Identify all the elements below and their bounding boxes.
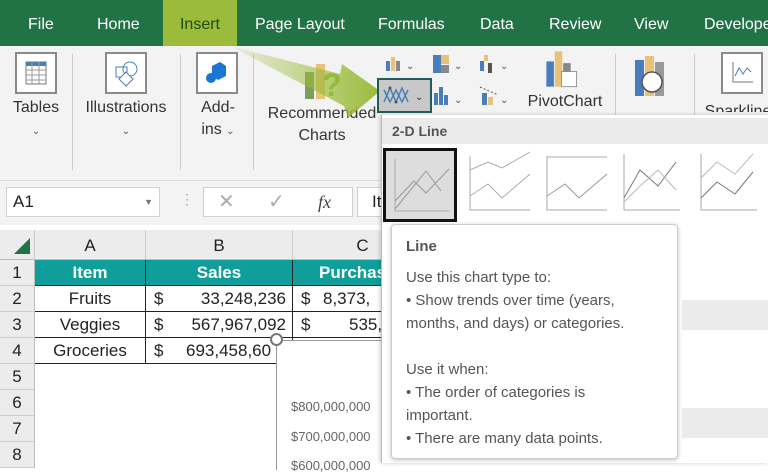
name-box-value: A1: [13, 192, 34, 211]
name-box[interactable]: A1 ▼: [6, 187, 160, 217]
100-stacked-line-option[interactable]: [543, 148, 617, 222]
tab-developer[interactable]: Develope: [698, 0, 768, 46]
chevron-down-icon: ⌄: [31, 126, 41, 137]
currency-symbol: $: [301, 315, 311, 334]
svg-text:⌄: ⌄: [500, 95, 508, 106]
chart-tooltip: Line Use this chart type to: • Show tren…: [391, 224, 678, 459]
tab-page-layout[interactable]: Page Layout: [249, 0, 351, 46]
column-header-a[interactable]: A: [35, 230, 146, 260]
3d-map-icon[interactable]: [632, 54, 672, 100]
cell-value: 535,: [349, 315, 383, 334]
section-band: [682, 300, 768, 330]
formula-buttons: ✕ ✓ fx: [203, 187, 353, 217]
resize-handle[interactable]: [270, 333, 283, 346]
grip-icon: ⋮: [180, 191, 194, 207]
row-header[interactable]: 5: [0, 364, 35, 390]
tooltip-text: • The order of categories is: [406, 384, 586, 401]
shapes-icon[interactable]: [105, 52, 147, 94]
section-header: 2-D Line: [382, 118, 768, 144]
illustrations-button[interactable]: Illustrations: [80, 96, 172, 120]
addins-label: ins: [201, 121, 222, 138]
enter-icon[interactable]: ✓: [268, 188, 285, 216]
cell-b1[interactable]: Sales: [146, 260, 293, 286]
tab-data[interactable]: Data: [474, 0, 520, 46]
currency-symbol: $: [154, 289, 164, 308]
recommended-charts-label: Charts: [298, 127, 346, 144]
cell-a2[interactable]: Fruits: [35, 286, 146, 312]
cell-b2[interactable]: $33,248,236: [146, 286, 293, 312]
line-chart-button[interactable]: ⌄: [377, 78, 432, 113]
column-header-b[interactable]: B: [146, 230, 293, 260]
tooltip-text: • There are many data points.: [406, 430, 603, 447]
currency-symbol: $: [154, 315, 164, 334]
svg-text:⌄: ⌄: [415, 92, 423, 103]
currency-symbol: $: [301, 289, 311, 308]
cell-value: 33,248,236: [200, 289, 286, 308]
arrow-annotation-icon: [230, 46, 380, 118]
svg-text:⌄: ⌄: [500, 61, 508, 72]
y-axis-label: $800,000,000: [291, 399, 371, 414]
chevron-down-icon: ⌄: [226, 126, 235, 137]
chart-area[interactable]: $800,000,000 $700,000,000 $600,000,000: [276, 340, 396, 473]
line-chart-option[interactable]: [383, 148, 457, 222]
dropdown-arrow-icon[interactable]: ▼: [144, 188, 153, 216]
row-header[interactable]: 7: [0, 416, 35, 442]
tooltip-text: important.: [406, 407, 473, 424]
tab-insert[interactable]: Insert: [163, 0, 237, 46]
y-axis-label: $700,000,000: [291, 429, 371, 444]
tooltip-text: Use this chart type to:: [406, 269, 552, 286]
select-all-icon: [14, 238, 30, 254]
y-axis-label: $600,000,000: [291, 458, 371, 473]
cell-value: 8,373,: [323, 289, 371, 308]
table-icon[interactable]: [15, 52, 57, 94]
stacked-line-markers-option[interactable]: [697, 148, 768, 222]
cell-a1[interactable]: Item: [35, 260, 146, 286]
100-stacked-line-thumb-icon: [546, 156, 608, 211]
cell-value: 693,458,60: [186, 341, 272, 360]
tooltip-text: Use it when:: [406, 361, 489, 378]
section-band: [682, 408, 768, 438]
sparklines-button[interactable]: Sparklines: [702, 100, 768, 112]
insert-function-icon[interactable]: fx: [318, 188, 331, 216]
chevron-down-icon: ⌄: [121, 126, 131, 137]
tables-button[interactable]: Tables: [6, 96, 66, 120]
svg-text:⌄: ⌄: [406, 61, 414, 72]
cell-a4[interactable]: Groceries: [35, 338, 146, 364]
tooltip-text: • Show trends over time (years,: [406, 292, 615, 309]
line-chart-thumb-icon: [394, 159, 450, 212]
pivotchart-button[interactable]: PivotChart: [520, 92, 610, 112]
stacked-line-markers-thumb-icon: [700, 153, 757, 211]
pivotchart-icon[interactable]: [543, 48, 585, 90]
line-chart-icon: ⌄: [383, 86, 423, 104]
row-header[interactable]: 6: [0, 390, 35, 416]
row-header[interactable]: 2: [0, 286, 35, 312]
currency-symbol: $: [154, 341, 164, 360]
cancel-icon[interactable]: ✕: [218, 188, 235, 216]
ribbon-tabs: File Home Insert Page Layout Formulas Da…: [0, 0, 768, 46]
sparklines-icon[interactable]: [721, 52, 763, 94]
tooltip-title: Line: [406, 238, 437, 255]
select-all-button[interactable]: [0, 230, 35, 260]
divider: [180, 54, 181, 170]
tooltip-text: months, and days) or categories.: [406, 315, 625, 332]
cell-a3[interactable]: Veggies: [35, 312, 146, 338]
line-with-markers-option[interactable]: [620, 148, 694, 222]
row-header[interactable]: 3: [0, 312, 35, 338]
tab-formulas[interactable]: Formulas: [372, 0, 451, 46]
divider: [72, 54, 73, 170]
svg-text:⌄: ⌄: [454, 61, 462, 72]
tab-view[interactable]: View: [628, 0, 674, 46]
tab-file[interactable]: File: [22, 0, 60, 46]
svg-text:⌄: ⌄: [454, 95, 462, 106]
row-header[interactable]: 1: [0, 260, 35, 286]
stacked-line-thumb-icon: [469, 151, 531, 211]
tab-home[interactable]: Home: [91, 0, 146, 46]
row-header[interactable]: 8: [0, 442, 35, 468]
row-header[interactable]: 4: [0, 338, 35, 364]
stacked-line-option[interactable]: [466, 148, 540, 222]
tab-review[interactable]: Review: [543, 0, 607, 46]
line-markers-thumb-icon: [623, 154, 680, 211]
